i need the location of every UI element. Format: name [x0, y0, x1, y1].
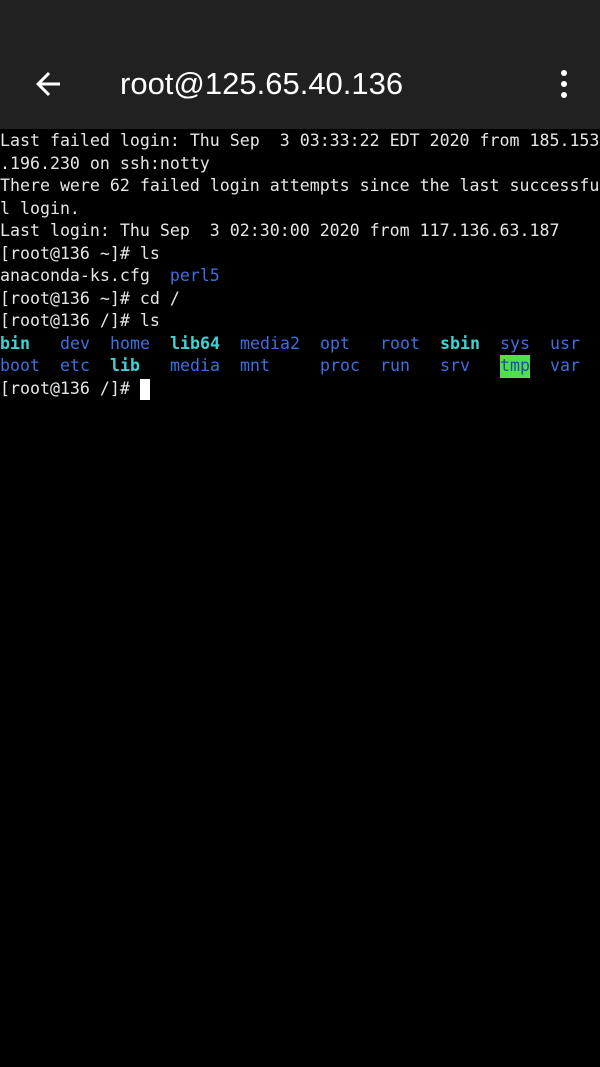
- ls-entry: lib: [110, 356, 140, 375]
- ls-entry: boot: [0, 356, 40, 375]
- ls-entry: anaconda-ks.cfg: [0, 266, 150, 285]
- ls-entry: sys: [500, 333, 530, 353]
- terminal-line: [root@136 ~]# ls: [0, 243, 160, 263]
- prompt-line[interactable]: [root@136 /]#: [0, 378, 600, 401]
- ls-entry: tmp: [500, 355, 530, 378]
- page-title: root@125.65.40.136: [120, 66, 404, 101]
- terminal-output[interactable]: Last failed login: Thu Sep 3 03:33:22 ED…: [0, 130, 600, 400]
- terminal-line: Last failed login: Thu Sep 3 03:33:22 ED…: [0, 131, 600, 150]
- ls-entry: var: [550, 356, 580, 375]
- root-ls-output: bin dev home lib64 media2 opt root sbin sys usr bo…: [0, 333, 600, 378]
- terminal-line: There were 62 failed login attempts sinc…: [0, 176, 600, 195]
- ls-entry: root: [380, 333, 420, 353]
- ls-entry: bin: [0, 333, 30, 353]
- ls-entry: mnt: [240, 356, 270, 375]
- ls-entry: dev: [60, 333, 90, 353]
- cursor: [139, 378, 150, 400]
- app-bar: root@125.65.40.136: [0, 0, 600, 129]
- terminal-line: .196.230 on ssh:notty: [0, 153, 210, 173]
- ls-entry: home: [110, 333, 150, 353]
- more-vert-icon[interactable]: [552, 68, 576, 100]
- arrow-left-icon[interactable]: [30, 66, 66, 102]
- terminal-line: [root@136 ~]# cd /: [0, 288, 180, 308]
- ls-entry: opt: [320, 333, 350, 353]
- home-ls-output: anaconda-ks.cfg perl5: [0, 265, 600, 288]
- ls-entry: etc: [60, 356, 90, 375]
- ls-row: boot etc lib media mnt proc run srv tmp var: [0, 355, 600, 378]
- ls-entry: usr: [550, 333, 580, 353]
- ls-row: bin dev home lib64 media2 opt root sbin sys usr: [0, 333, 600, 356]
- ls-entry: media2: [240, 333, 300, 353]
- terminal-line: Last login: Thu Sep 3 02:30:00 2020 from…: [0, 221, 560, 240]
- terminal-line: [root@136 /]# ls: [0, 311, 160, 330]
- ls-entry: srv: [440, 356, 470, 375]
- prompt: [root@136 /]#: [0, 378, 140, 398]
- terminal-line: l login.: [0, 198, 80, 218]
- ls-entry: proc: [320, 356, 360, 375]
- ls-entry: lib64: [170, 333, 220, 353]
- ls-entry: sbin: [440, 333, 480, 353]
- ls-entry: perl5: [169, 266, 220, 285]
- ls-entry: media: [170, 356, 220, 375]
- ls-entry: run: [380, 356, 410, 375]
